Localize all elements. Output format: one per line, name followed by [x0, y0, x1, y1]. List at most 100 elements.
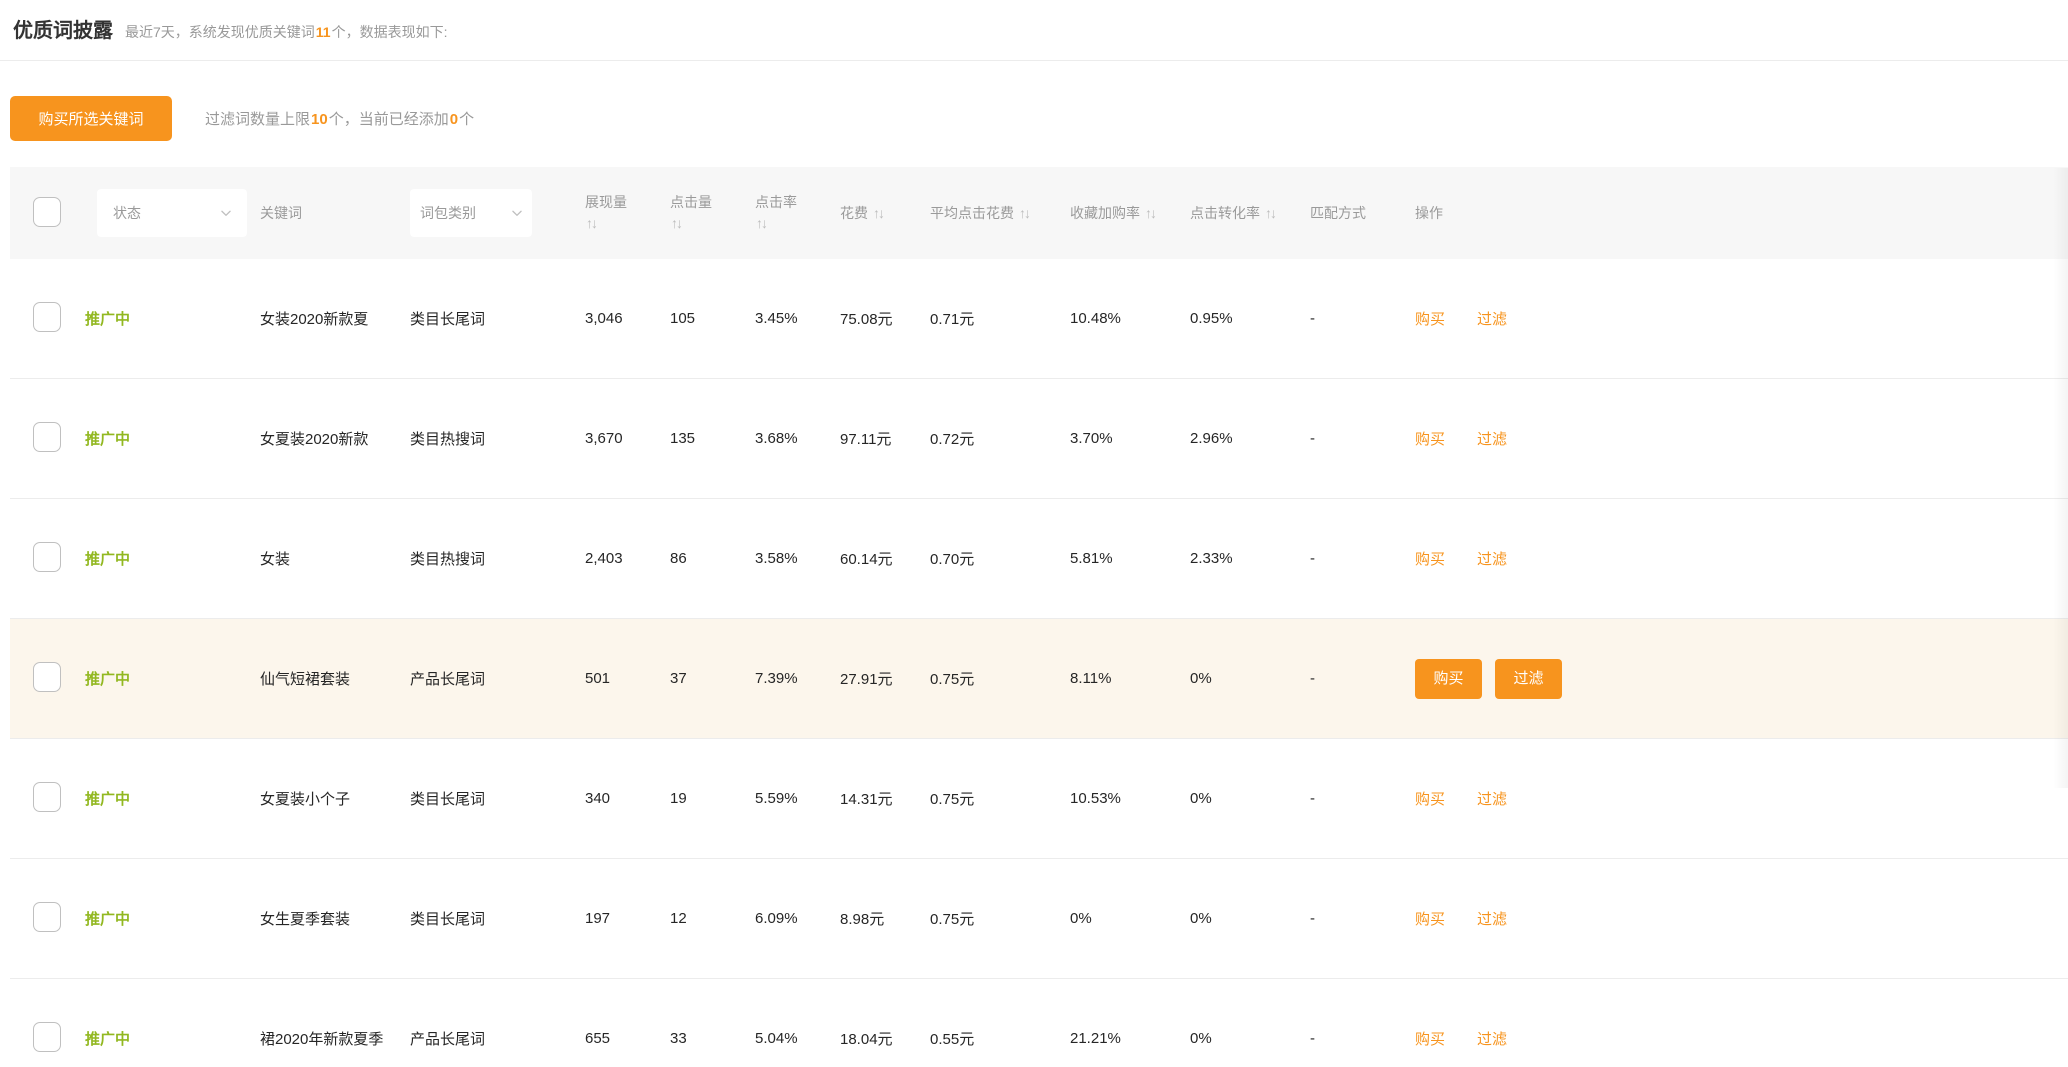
cell-avg-cpc: 0.55元 — [930, 1028, 1070, 1049]
divider — [0, 60, 2068, 61]
header-cell-avg-cpc: 平均点击花费↑↓ — [930, 203, 1070, 223]
cell-clicks: 33 — [670, 1030, 755, 1047]
cell-conv-rate: 0% — [1190, 910, 1310, 927]
cell-status: 推广中 — [85, 428, 260, 449]
cell-clicks: 135 — [670, 430, 755, 447]
filter-link[interactable]: 过滤 — [1477, 908, 1507, 929]
row-checkbox[interactable] — [33, 302, 61, 332]
cell-checkbox — [10, 782, 85, 816]
filter-link[interactable]: 过滤 — [1477, 308, 1507, 329]
buy-link[interactable]: 购买 — [1415, 788, 1445, 809]
cell-cost: 18.04元 — [840, 1028, 930, 1049]
cell-status: 推广中 — [85, 308, 260, 329]
cell-avg-cpc: 0.75元 — [930, 908, 1070, 929]
cell-avg-cpc: 0.75元 — [930, 788, 1070, 809]
row-checkbox[interactable] — [33, 662, 61, 692]
cell-status: 推广中 — [85, 668, 260, 689]
quota-text: 个，当前已经添加 — [329, 111, 449, 128]
cell-keyword: 女夏装小个子 — [260, 788, 410, 809]
buy-link[interactable]: 购买 — [1415, 308, 1445, 329]
cell-fav-cart-rate: 10.48% — [1070, 310, 1190, 327]
cell-clicks: 12 — [670, 910, 755, 927]
cell-conv-rate: 0% — [1190, 790, 1310, 807]
cell-impressions: 197 — [585, 910, 670, 927]
cell-status: 推广中 — [85, 1028, 260, 1049]
keyword-count: 11 — [315, 24, 332, 40]
word-pack-filter-select[interactable]: 词包类别 — [410, 189, 532, 237]
table-row: 推广中 女装 类目热搜词 2,403 86 3.58% 60.14元 0.70元… — [10, 499, 2068, 619]
filter-link[interactable]: 过滤 — [1477, 1028, 1507, 1049]
word-pack-filter-label: 词包类别 — [420, 203, 476, 223]
row-checkbox[interactable] — [33, 542, 61, 572]
sort-icon[interactable]: ↑↓ — [1265, 205, 1275, 221]
buy-link[interactable]: 购买 — [1415, 1028, 1445, 1049]
cell-actions: 购买 过滤 — [1415, 908, 1580, 929]
table-row: 推广中 女夏装小个子 类目长尾词 340 19 5.59% 14.31元 0.7… — [10, 739, 2068, 859]
quota-text: 过滤词数量上限 — [205, 111, 310, 128]
cell-match-type: - — [1310, 550, 1415, 567]
sort-icon[interactable]: ↑↓ — [586, 213, 670, 234]
filter-link[interactable]: 过滤 — [1477, 428, 1507, 449]
table-row: 推广中 裙2020年新款夏季 产品长尾词 655 33 5.04% 18.04元… — [10, 979, 2068, 1067]
cell-ctr: 3.68% — [755, 430, 840, 447]
select-all-checkbox[interactable] — [33, 197, 61, 227]
buy-link[interactable]: 购买 — [1415, 548, 1445, 569]
cell-checkbox — [10, 422, 85, 456]
row-checkbox[interactable] — [33, 422, 61, 452]
subtitle-text: 最近7天，系统发现优质关键词 — [125, 24, 315, 40]
table-row: 推广中 女夏装2020新款 类目热搜词 3,670 135 3.68% 97.1… — [10, 379, 2068, 499]
cell-cost: 14.31元 — [840, 788, 930, 809]
row-checkbox[interactable] — [33, 782, 61, 812]
status-filter-select[interactable]: 状态 — [97, 189, 247, 237]
chevron-down-icon — [510, 206, 524, 220]
cell-word-pack: 类目热搜词 — [410, 428, 585, 449]
sort-icon[interactable]: ↑↓ — [756, 213, 840, 234]
cell-impressions: 3,046 — [585, 310, 670, 327]
row-checkbox[interactable] — [33, 902, 61, 932]
filter-link[interactable]: 过滤 — [1477, 788, 1507, 809]
header-cell-clicks: 点击量↑↓ — [670, 192, 755, 234]
cell-checkbox — [10, 1022, 85, 1056]
toolbar: 购买所选关键词 过滤词数量上限10个，当前已经添加0个 — [10, 96, 2068, 141]
cell-match-type: - — [1310, 430, 1415, 447]
subtitle-text: 个，数据表现如下: — [332, 24, 448, 40]
cell-conv-rate: 2.33% — [1190, 550, 1310, 567]
cell-match-type: - — [1310, 1030, 1415, 1047]
page-subtitle: 最近7天，系统发现优质关键词11个，数据表现如下: — [125, 22, 448, 42]
cell-cost: 97.11元 — [840, 428, 930, 449]
cell-match-type: - — [1310, 910, 1415, 927]
header-cell-word-pack: 词包类别 — [410, 189, 585, 237]
quota-limit: 10 — [310, 111, 329, 128]
sort-icon[interactable]: ↑↓ — [671, 213, 755, 234]
conv-rate-label: 点击转化率 — [1190, 203, 1260, 223]
buy-selected-keywords-button[interactable]: 购买所选关键词 — [10, 96, 172, 141]
cell-actions: 购买 过滤 — [1415, 1028, 1580, 1049]
cell-avg-cpc: 0.70元 — [930, 548, 1070, 569]
cell-impressions: 501 — [585, 670, 670, 687]
filter-quota-note: 过滤词数量上限10个，当前已经添加0个 — [205, 108, 474, 129]
cell-fav-cart-rate: 21.21% — [1070, 1030, 1190, 1047]
row-checkbox[interactable] — [33, 1022, 61, 1052]
chevron-down-icon — [219, 206, 233, 220]
cell-fav-cart-rate: 0% — [1070, 910, 1190, 927]
cell-keyword: 裙2020年新款夏季 — [260, 1028, 410, 1049]
filter-link[interactable]: 过滤 — [1477, 548, 1507, 569]
cell-match-type: - — [1310, 790, 1415, 807]
cell-match-type: - — [1310, 310, 1415, 327]
cell-fav-cart-rate: 8.11% — [1070, 670, 1190, 687]
header-cell-actions: 操作 — [1415, 203, 1580, 223]
buy-button[interactable]: 购买 — [1415, 659, 1482, 699]
cell-fav-cart-rate: 10.53% — [1070, 790, 1190, 807]
sort-icon[interactable]: ↑↓ — [1145, 205, 1155, 221]
sort-icon[interactable]: ↑↓ — [1019, 205, 1029, 221]
cell-match-type: - — [1310, 670, 1415, 687]
cell-cost: 75.08元 — [840, 308, 930, 329]
buy-link[interactable]: 购买 — [1415, 908, 1445, 929]
cell-conv-rate: 0.95% — [1190, 310, 1310, 327]
cell-avg-cpc: 0.71元 — [930, 308, 1070, 329]
buy-link[interactable]: 购买 — [1415, 428, 1445, 449]
sort-icon[interactable]: ↑↓ — [873, 205, 883, 221]
filter-button[interactable]: 过滤 — [1495, 659, 1562, 699]
fav-cart-rate-label: 收藏加购率 — [1070, 203, 1140, 223]
cell-actions: 购买 过滤 — [1415, 548, 1580, 569]
